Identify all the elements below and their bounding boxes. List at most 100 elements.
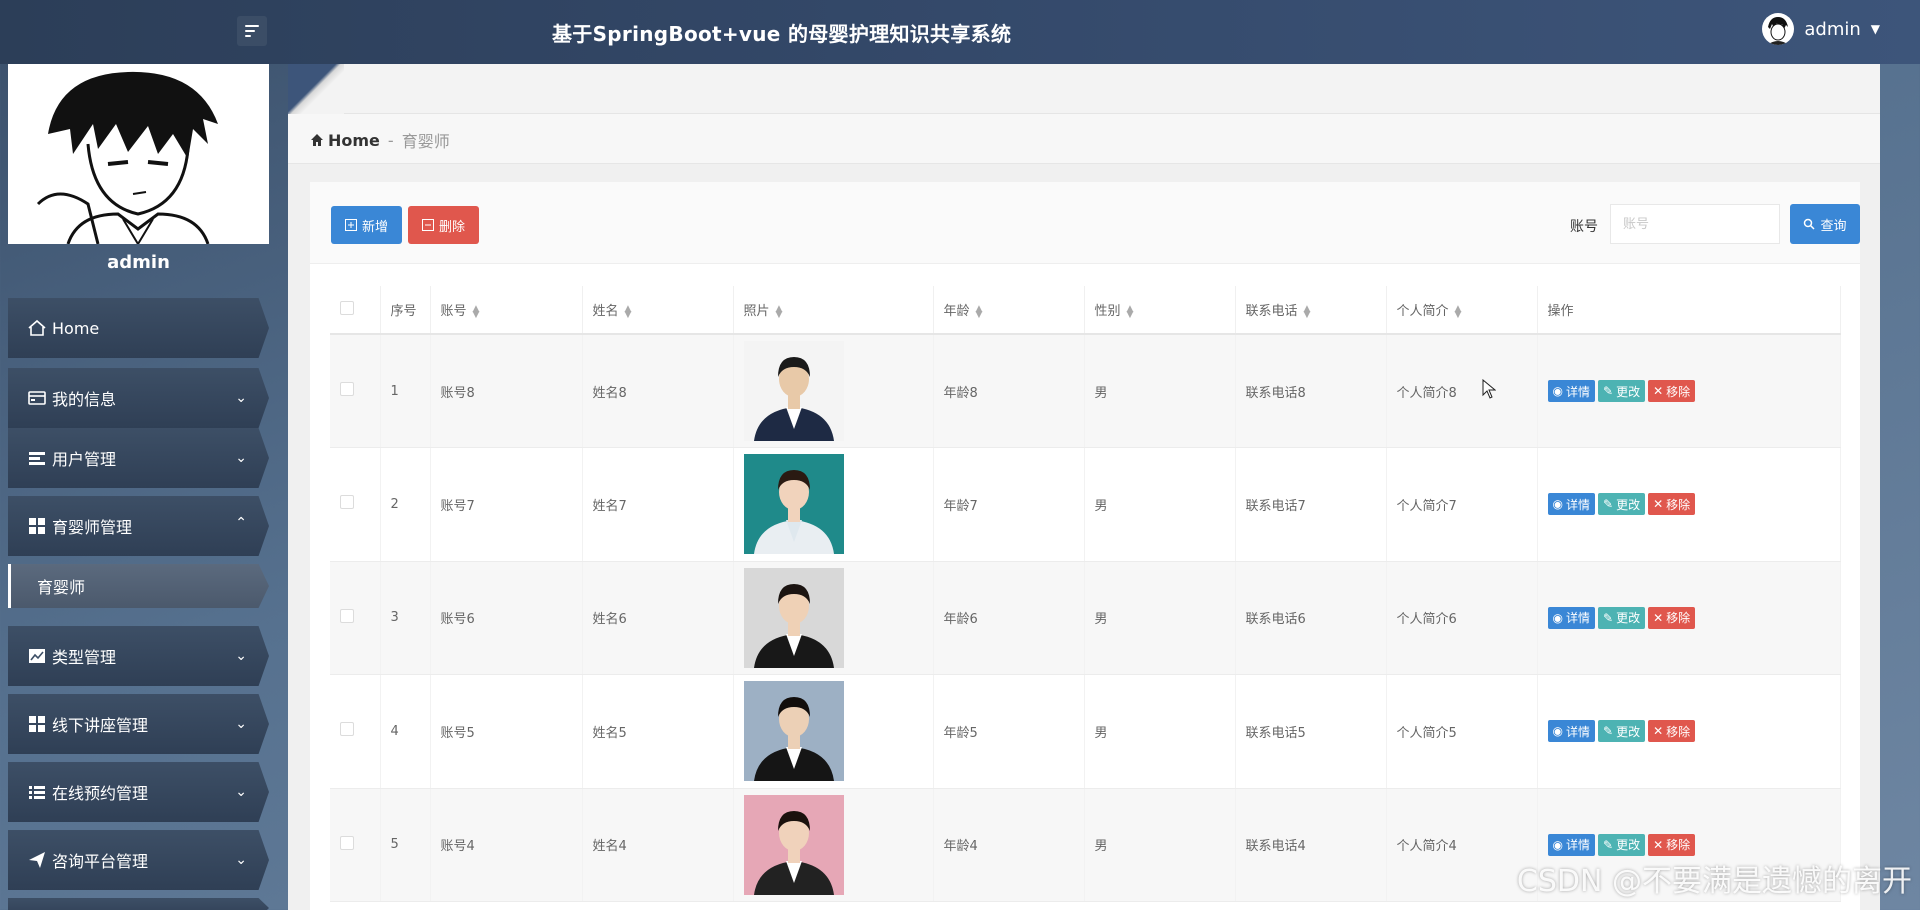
list-icon [26,447,48,469]
breadcrumb-home-label: Home [328,130,380,150]
detail-label: 详情 [1565,611,1590,626]
cell-name: 姓名5 [582,674,734,789]
sidebar-subitem-nanny[interactable]: 育婴师 [8,564,269,608]
edit-button[interactable]: ✎ 更改 [1598,833,1646,856]
remove-button[interactable]: ✕ 移除 [1648,833,1696,856]
profile-name: admin [107,252,170,273]
remove-button[interactable]: ✕ 移除 [1648,606,1696,629]
sidebar-item-lecture-management[interactable]: 线下讲座管理 ⌄ [8,694,269,754]
remove-label: 移除 [1666,384,1691,399]
breadcrumb-current: 育婴师 [401,132,450,151]
breadcrumb-home[interactable]: Home [310,131,380,150]
row-checkbox[interactable] [330,334,381,448]
remove-button[interactable]: ✕ 移除 [1648,380,1696,402]
grid-icon [26,713,48,735]
remove-button[interactable]: ✕ 移除 [1648,720,1696,743]
edit-icon: ✎ [1603,384,1614,398]
column-header-name[interactable]: 姓名 ▲ ▼ [582,286,734,335]
edit-button[interactable]: ✎ 更改 [1598,493,1646,516]
chevron-up-icon: ⌃ [235,515,247,531]
select-all-checkbox[interactable] [330,286,381,335]
add-button[interactable]: 新增 [331,206,402,244]
column-label: 性别 [1094,304,1121,319]
row-checkbox[interactable] [330,788,381,902]
person-photo[interactable] [743,341,844,441]
search-icon [1804,218,1816,230]
wallet-icon [26,387,48,409]
person-photo[interactable] [743,794,844,895]
row-checkbox[interactable] [330,561,381,675]
sort-icon: ▲ ▼ [1126,303,1134,320]
column-header-photo[interactable]: 照片 ▲ ▼ [733,286,934,335]
cell-actions: ◉ 详情 ✎ 更改 ✕ 移除 [1537,447,1841,562]
delete-button[interactable]: 删除 [408,206,479,244]
cell-name: 姓名8 [582,334,734,448]
breadcrumb: Home - 育婴师 [310,128,450,152]
sidebar: admin Home 我的信息 ⌄ 用户管理 ⌄ 育婴师管理 ⌃ 育婴师 类型管… [0,64,288,910]
sidebar-item-nanny-management[interactable]: 育婴师管理 ⌃ [8,496,269,556]
person-photo[interactable] [743,454,844,555]
user-menu[interactable]: admin ▼ [1762,13,1880,45]
column-label: 姓名 [592,304,619,319]
grid-icon [26,515,48,537]
edit-icon: ✎ [1603,497,1614,512]
cell-actions: ◉ 详情 ✎ 更改 ✕ 移除 [1537,674,1841,789]
sidebar-item-user-management[interactable]: 用户管理 ⌄ [8,428,269,488]
cell-no: 4 [380,674,431,789]
chevron-down-icon: ⌄ [235,450,247,466]
column-header-phone[interactable]: 联系电话 ▲ ▼ [1235,286,1387,335]
cell-age: 年龄7 [933,447,1085,562]
sidebar-item-consult-management[interactable]: 咨询平台管理 ⌄ [8,830,269,890]
sidebar-item-label: 用户管理 [52,450,117,469]
detail-button[interactable]: ◉ 详情 [1547,493,1595,516]
home-icon [26,317,48,339]
list-icon [26,781,48,803]
detail-button[interactable]: ◉ 详情 [1547,833,1595,856]
sidebar-item-my-info[interactable]: 我的信息 ⌄ [8,368,269,428]
column-header-intro[interactable]: 个人简介 ▲ ▼ [1386,286,1538,335]
query-button[interactable]: 查询 [1790,204,1860,244]
cell-intro: 个人简介8 [1386,334,1538,448]
person-photo[interactable] [743,567,844,668]
cell-intro: 个人简介5 [1386,674,1538,789]
sidebar-item-type-management[interactable]: 类型管理 ⌄ [8,626,269,686]
detail-button[interactable]: ◉ 详情 [1547,720,1595,743]
column-header-account[interactable]: 账号 ▲ ▼ [430,286,583,335]
detail-button[interactable]: ◉ 详情 [1547,380,1595,402]
row-checkbox[interactable] [330,447,381,562]
edit-button[interactable]: ✎ 更改 [1598,606,1646,629]
sidebar-item-more[interactable] [8,898,269,910]
edit-button[interactable]: ✎ 更改 [1598,380,1646,402]
sidebar-item-label: 咨询平台管理 [52,852,149,871]
cell-no: 1 [380,334,431,448]
remove-button[interactable]: ✕ 移除 [1648,493,1696,516]
sidebar-subitem-label: 育婴师 [37,578,86,597]
edit-label: 更改 [1616,611,1641,626]
sort-icon: ▲ ▼ [975,303,983,320]
sidebar-item-label: 我的信息 [52,390,117,409]
sidebar-item-label: 线下讲座管理 [52,716,149,735]
cell-phone: 联系电话7 [1235,447,1387,562]
table-row: 4 账号5 姓名5 年龄5 男 联系电话5 个人简介5 ◉ 详情 ✎ 更改 ✕ 移除 [330,674,1841,789]
column-label: 账号 [440,304,467,319]
detail-button[interactable]: ◉ 详情 [1547,606,1595,629]
row-checkbox[interactable] [330,674,381,789]
menu-toggle-icon[interactable] [237,16,267,46]
table-row: 1 账号8 姓名8 年龄8 男 联系电话8 个人简介8 ◉ 详情 ✎ 更改 ✕ 移除 [330,334,1841,448]
top-bar: 基于SpringBoot+vue 的母婴护理知识共享系统 admin ▼ [0,0,1920,64]
detail-label: 详情 [1565,838,1590,853]
sort-icon: ▲ ▼ [624,303,632,320]
person-photo[interactable] [743,681,844,782]
eye-icon: ◉ [1552,837,1563,852]
query-button-label: 查询 [1820,218,1847,234]
sidebar-item-booking-management[interactable]: 在线预约管理 ⌄ [8,762,269,822]
sidebar-item-home[interactable]: Home [8,298,269,358]
cell-photo [733,447,934,562]
column-label: 照片 [743,304,770,319]
column-header-age[interactable]: 年龄 ▲ ▼ [933,286,1085,335]
breadcrumb-separator: - [387,130,394,150]
edit-button[interactable]: ✎ 更改 [1598,720,1646,743]
column-header-gender[interactable]: 性别 ▲ ▼ [1084,286,1236,335]
account-search-input[interactable] [1610,204,1780,244]
watermark: CSDN @不要满是遗憾的离开 [1516,864,1912,899]
